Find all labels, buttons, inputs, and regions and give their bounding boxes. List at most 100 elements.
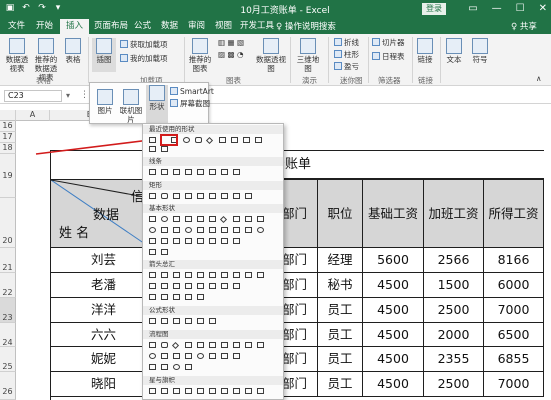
shape-basic-11[interactable]	[149, 227, 156, 233]
shape-arrow-down[interactable]	[185, 272, 192, 278]
shape-arrow-18[interactable]	[233, 283, 240, 289]
shape-flow-15[interactable]	[197, 353, 204, 359]
shape-line[interactable]	[149, 169, 156, 175]
shape-minus[interactable]	[161, 318, 168, 324]
shape-basic-3[interactable]	[173, 216, 180, 222]
shape-arrow-14[interactable]	[185, 283, 192, 289]
shape-flow-20[interactable]	[161, 364, 168, 370]
shape-flow-16[interactable]	[209, 353, 216, 359]
shape-basic-21[interactable]	[149, 238, 156, 244]
shape-textbox[interactable]	[149, 137, 156, 143]
shape-basic-24[interactable]	[185, 238, 192, 244]
shape-oval[interactable]	[183, 137, 190, 143]
online-pictures-button[interactable]: 联机图片	[118, 89, 144, 124]
shape-flow-6[interactable]	[209, 342, 216, 348]
shape-flow-22[interactable]	[185, 364, 192, 370]
shape-arrow-quad[interactable]	[221, 272, 228, 278]
shape-arrow-19[interactable]	[149, 294, 156, 300]
shape-flow-4[interactable]	[185, 342, 192, 348]
shape-flow-1[interactable]	[149, 342, 156, 348]
shape-triangle[interactable]	[219, 137, 226, 143]
shape-snip-diag[interactable]	[197, 193, 204, 199]
shape-snip-round[interactable]	[209, 193, 216, 199]
shape-star-5[interactable]	[197, 388, 204, 394]
shape-elbow[interactable]	[231, 137, 238, 143]
shape-star-8[interactable]	[233, 388, 240, 394]
smartart-button[interactable]: SmartArt	[170, 87, 214, 97]
shape-basic-5[interactable]	[197, 216, 204, 222]
shape-arrow-16[interactable]	[209, 283, 216, 289]
shape-basic-18[interactable]	[233, 227, 240, 233]
shape-multiply[interactable]	[173, 318, 180, 324]
shape-basic-26[interactable]	[209, 238, 216, 244]
shape-arrow-21[interactable]	[173, 294, 180, 300]
shape-basic-12[interactable]	[161, 227, 168, 233]
shape-basic-23[interactable]	[173, 238, 180, 244]
shape-snip-two[interactable]	[185, 193, 192, 199]
shape-basic-10[interactable]	[257, 216, 264, 222]
selected-shape-highlight[interactable]	[160, 134, 178, 146]
shape-basic-13[interactable]	[173, 227, 180, 233]
shape-basic-16[interactable]	[209, 227, 216, 233]
shape-basic-29[interactable]	[149, 249, 156, 255]
shape-arrow-17[interactable]	[221, 283, 228, 289]
shape-basic-4[interactable]	[185, 216, 192, 222]
shape-double-arrow[interactable]	[173, 169, 180, 175]
shape-plus[interactable]	[149, 318, 156, 324]
shape-freeform[interactable]	[221, 169, 228, 175]
shape-flow-13[interactable]	[173, 353, 180, 359]
shape-flow-17[interactable]	[221, 353, 228, 359]
shape-diamond[interactable]	[205, 136, 214, 145]
shape-basic-7[interactable]	[219, 215, 228, 224]
shape-rounded[interactable]	[161, 193, 168, 199]
shape-basic-2[interactable]	[161, 216, 168, 222]
shape-arrow-23[interactable]	[197, 294, 204, 300]
shape-flow-14[interactable]	[185, 353, 192, 359]
shape-round-one[interactable]	[221, 193, 228, 199]
shape-flow-19[interactable]	[149, 364, 156, 370]
shape-basic-1[interactable]	[149, 216, 156, 222]
shape-arrow-lr[interactable]	[197, 272, 204, 278]
shape-flow-2[interactable]	[161, 342, 168, 348]
shape-elbow-connector[interactable]	[185, 169, 192, 175]
shape-flow-10[interactable]	[257, 342, 264, 348]
shape-star-4[interactable]	[185, 388, 192, 394]
shape-flow-8[interactable]	[233, 342, 240, 348]
shape-basic-6[interactable]	[209, 216, 216, 222]
shape-basic-17[interactable]	[221, 227, 228, 233]
shape-rounded-rect[interactable]	[195, 137, 202, 143]
shape-basic-25[interactable]	[197, 238, 204, 244]
shape-arrow-15[interactable]	[197, 283, 204, 289]
shape-flow-18[interactable]	[233, 353, 240, 359]
shape-star-1[interactable]	[149, 388, 156, 394]
shape-basic-14[interactable]	[185, 227, 192, 233]
shape-star-6[interactable]	[209, 388, 216, 394]
shape-star-2[interactable]	[161, 388, 168, 394]
shape-right-arrow[interactable]	[243, 137, 250, 143]
shape-star-3[interactable]	[173, 388, 180, 394]
shape-basic-27[interactable]	[221, 238, 228, 244]
shape-not-equal[interactable]	[209, 318, 216, 324]
shape-arrow-line[interactable]	[161, 169, 168, 175]
shape-flow-21[interactable]	[173, 364, 180, 370]
shape-basic-9[interactable]	[245, 216, 252, 222]
shape-curved-connector[interactable]	[197, 169, 204, 175]
shape-basic-22[interactable]	[161, 238, 168, 244]
shape-round-two[interactable]	[233, 193, 240, 199]
shape-arrow-circ[interactable]	[257, 272, 264, 278]
shape-arrow-22[interactable]	[185, 294, 192, 300]
shape-curve-line[interactable]	[209, 169, 216, 175]
shape-rect[interactable]	[149, 193, 156, 199]
shape-arrow-up[interactable]	[173, 272, 180, 278]
shape-arrow-ud[interactable]	[209, 272, 216, 278]
shape-curve[interactable]	[149, 146, 156, 152]
shape-basic-30[interactable]	[161, 249, 168, 255]
shape-flow-9[interactable]	[245, 342, 252, 348]
shape-star-7[interactable]	[221, 388, 228, 394]
shape-arrow-left[interactable]	[161, 272, 168, 278]
shape-flow-11[interactable]	[149, 353, 156, 359]
shape-arrow-right[interactable]	[149, 272, 156, 278]
screenshot-button[interactable]: 屏幕截图	[170, 99, 210, 109]
pictures-button[interactable]: 图片	[94, 89, 116, 115]
shape-arrow-uturn[interactable]	[245, 272, 252, 278]
